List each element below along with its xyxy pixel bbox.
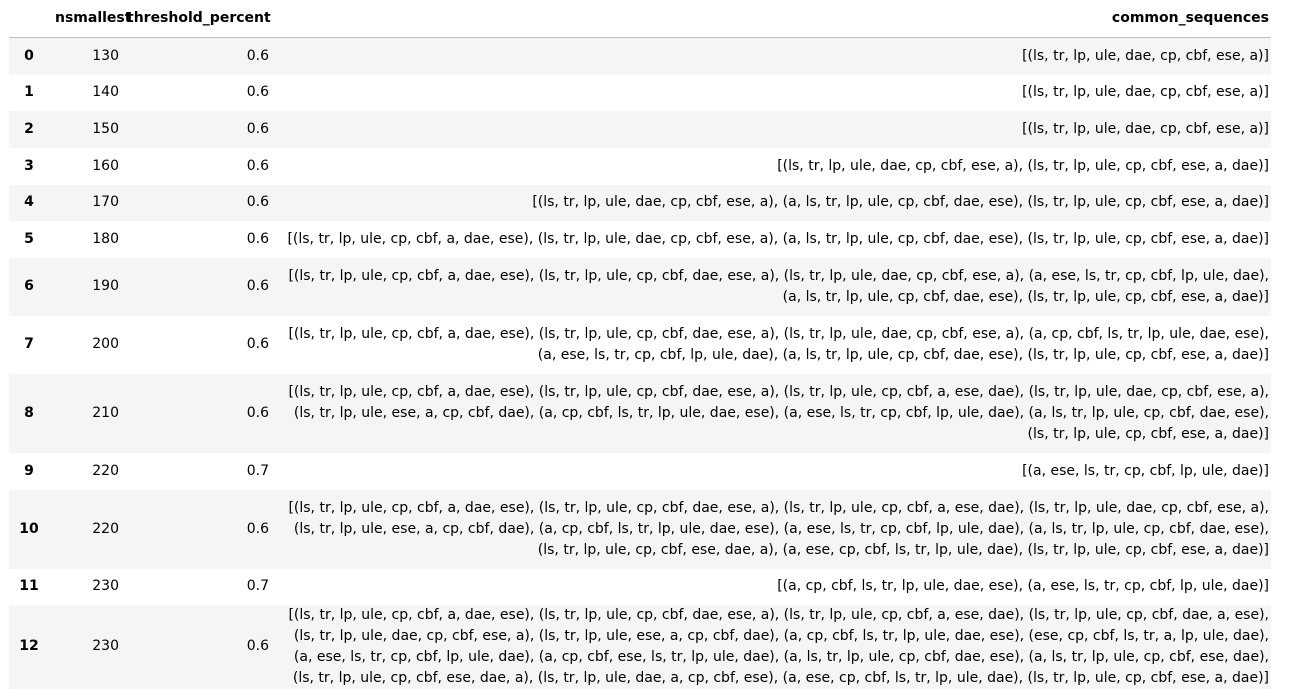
table-row: 7 200 0.6 [(ls, tr, lp, ule, cp, cbf, a, da… xyxy=(9,315,1271,374)
table-row: 5 180 0.6 [(ls, tr, lp, ule, cp, cbf, a, da… xyxy=(9,220,1271,258)
row-index: 0 xyxy=(24,47,34,64)
cell-nsmallest: 190 xyxy=(92,278,119,294)
cell-threshold-percent: 0.6 xyxy=(246,84,269,100)
cell-common-sequences: [(ls, tr, lp, ule, dae, cp, cbf, ese, a)… xyxy=(777,157,1269,174)
cell-common-sequences: [(a, cp, cbf, ls, tr, lp, ule, dae, ese)… xyxy=(777,578,1269,594)
cell-nsmallest: 220 xyxy=(92,520,119,537)
table-row: 4 170 0.6 [(ls, tr, lp, ule, dae, cp, cbf, … xyxy=(9,184,1271,221)
cell-common-sequences: [(ls, tr, lp, ule, cp, cbf, a, dae, ese)… xyxy=(288,606,1269,686)
cell-common-sequences: [(ls, tr, lp, ule, cp, cbf, a, dae, ese)… xyxy=(288,267,1269,305)
table-row: 3 160 0.6 [(ls, tr, lp, ule, dae, cp, cbf, … xyxy=(9,147,1271,185)
cell-common-sequences: [(ls, tr, lp, ule, dae, cp, cbf, ese, a)… xyxy=(532,194,1269,210)
cell-common-sequences: [(ls, tr, lp, ule, dae, cp, cbf, ese, a)… xyxy=(1022,47,1269,64)
table-row: 11 230 0.7 [(a, cp, cbf, ls, tr, lp, ule, d… xyxy=(9,568,1271,605)
cell-common-sequences: [(ls, tr, lp, ule, cp, cbf, a, dae, ese)… xyxy=(288,383,1269,442)
cell-nsmallest: 220 xyxy=(92,462,119,479)
cell-nsmallest: 170 xyxy=(92,194,119,210)
header-row: nsmallest threshold_percent common_seque… xyxy=(9,0,1271,38)
row-index: 12 xyxy=(19,638,39,654)
row-index: 6 xyxy=(24,278,34,294)
cell-nsmallest: 140 xyxy=(92,84,119,100)
row-index: 11 xyxy=(19,578,39,594)
cell-common-sequences: [(ls, tr, lp, ule, dae, cp, cbf, ese, a)… xyxy=(1022,120,1269,137)
cell-common-sequences: [(ls, tr, lp, ule, cp, cbf, a, dae, ese)… xyxy=(288,325,1269,363)
column-header-common-sequences: common_sequences xyxy=(271,0,1271,38)
cell-threshold-percent: 0.6 xyxy=(246,336,269,352)
row-index: 7 xyxy=(24,336,34,352)
cell-common-sequences: [(ls, tr, lp, ule, dae, cp, cbf, ese, a)… xyxy=(1022,84,1269,100)
index-header xyxy=(9,0,49,38)
cell-threshold-percent: 0.6 xyxy=(246,194,269,210)
cell-nsmallest: 130 xyxy=(92,47,119,64)
cell-nsmallest: 210 xyxy=(92,404,119,421)
table-row: 2 150 0.6 [(ls, tr, lp, ule, dae, cp, cbf, … xyxy=(9,110,1271,148)
row-index: 2 xyxy=(24,120,34,137)
row-index: 3 xyxy=(24,157,34,174)
cell-threshold-percent: 0.6 xyxy=(246,404,269,421)
column-header-threshold-percent: threshold_percent xyxy=(121,0,271,38)
cell-threshold-percent: 0.6 xyxy=(246,520,269,537)
row-index: 4 xyxy=(24,194,34,210)
cell-threshold-percent: 0.6 xyxy=(246,47,269,64)
table-row: 8 210 0.6 [(ls, tr, lp, ule, cp, cbf, a, da… xyxy=(9,373,1271,453)
cell-nsmallest: 200 xyxy=(92,336,119,352)
cell-nsmallest: 150 xyxy=(92,120,119,137)
cell-threshold-percent: 0.6 xyxy=(246,278,269,294)
row-index: 10 xyxy=(19,520,39,537)
table-body: 0 130 0.6 [(ls, tr, lp, ule, dae, cp, cbf, … xyxy=(9,37,1271,689)
cell-common-sequences: [(a, ese, ls, tr, cp, cbf, lp, ule, dae)… xyxy=(1022,462,1269,479)
row-index: 9 xyxy=(24,462,34,479)
cell-common-sequences: [(ls, tr, lp, ule, cp, cbf, a, dae, ese)… xyxy=(287,230,1269,247)
table-row: 9 220 0.7 [(a, ese, ls, tr, cp, cbf, lp, ul… xyxy=(9,452,1271,490)
cell-threshold-percent: 0.6 xyxy=(246,157,269,174)
cell-nsmallest: 160 xyxy=(92,157,119,174)
row-index: 8 xyxy=(24,404,34,421)
table-header: nsmallest threshold_percent common_seque… xyxy=(9,0,1271,38)
dataframe-table: nsmallest threshold_percent common_seque… xyxy=(9,0,1271,689)
cell-threshold-percent: 0.6 xyxy=(246,230,269,247)
cell-threshold-percent: 0.7 xyxy=(246,462,269,479)
cell-threshold-percent: 0.6 xyxy=(246,638,269,654)
table-row: 6 190 0.6 [(ls, tr, lp, ule, cp, cbf, a, da… xyxy=(9,257,1271,316)
table-row: 12 230 0.6 [(ls, tr, lp, ule, cp, cbf, a, d… xyxy=(9,604,1271,689)
cell-threshold-percent: 0.6 xyxy=(246,120,269,137)
cell-common-sequences: [(ls, tr, lp, ule, cp, cbf, a, dae, ese)… xyxy=(288,499,1269,558)
table-row: 0 130 0.6 [(ls, tr, lp, ule, dae, cp, cbf, … xyxy=(9,37,1271,75)
cell-nsmallest: 180 xyxy=(92,230,119,247)
table-row: 10 220 0.6 [(ls, tr, lp, ule, cp, cbf, a, d… xyxy=(9,489,1271,569)
column-header-nsmallest: nsmallest xyxy=(49,0,131,38)
table-row: 1 140 0.6 [(ls, tr, lp, ule, dae, cp, cbf, … xyxy=(9,74,1271,111)
cell-nsmallest: 230 xyxy=(92,638,119,654)
row-index: 1 xyxy=(24,84,34,100)
cell-nsmallest: 230 xyxy=(92,578,119,594)
row-index: 5 xyxy=(24,230,34,247)
cell-threshold-percent: 0.7 xyxy=(246,578,269,594)
